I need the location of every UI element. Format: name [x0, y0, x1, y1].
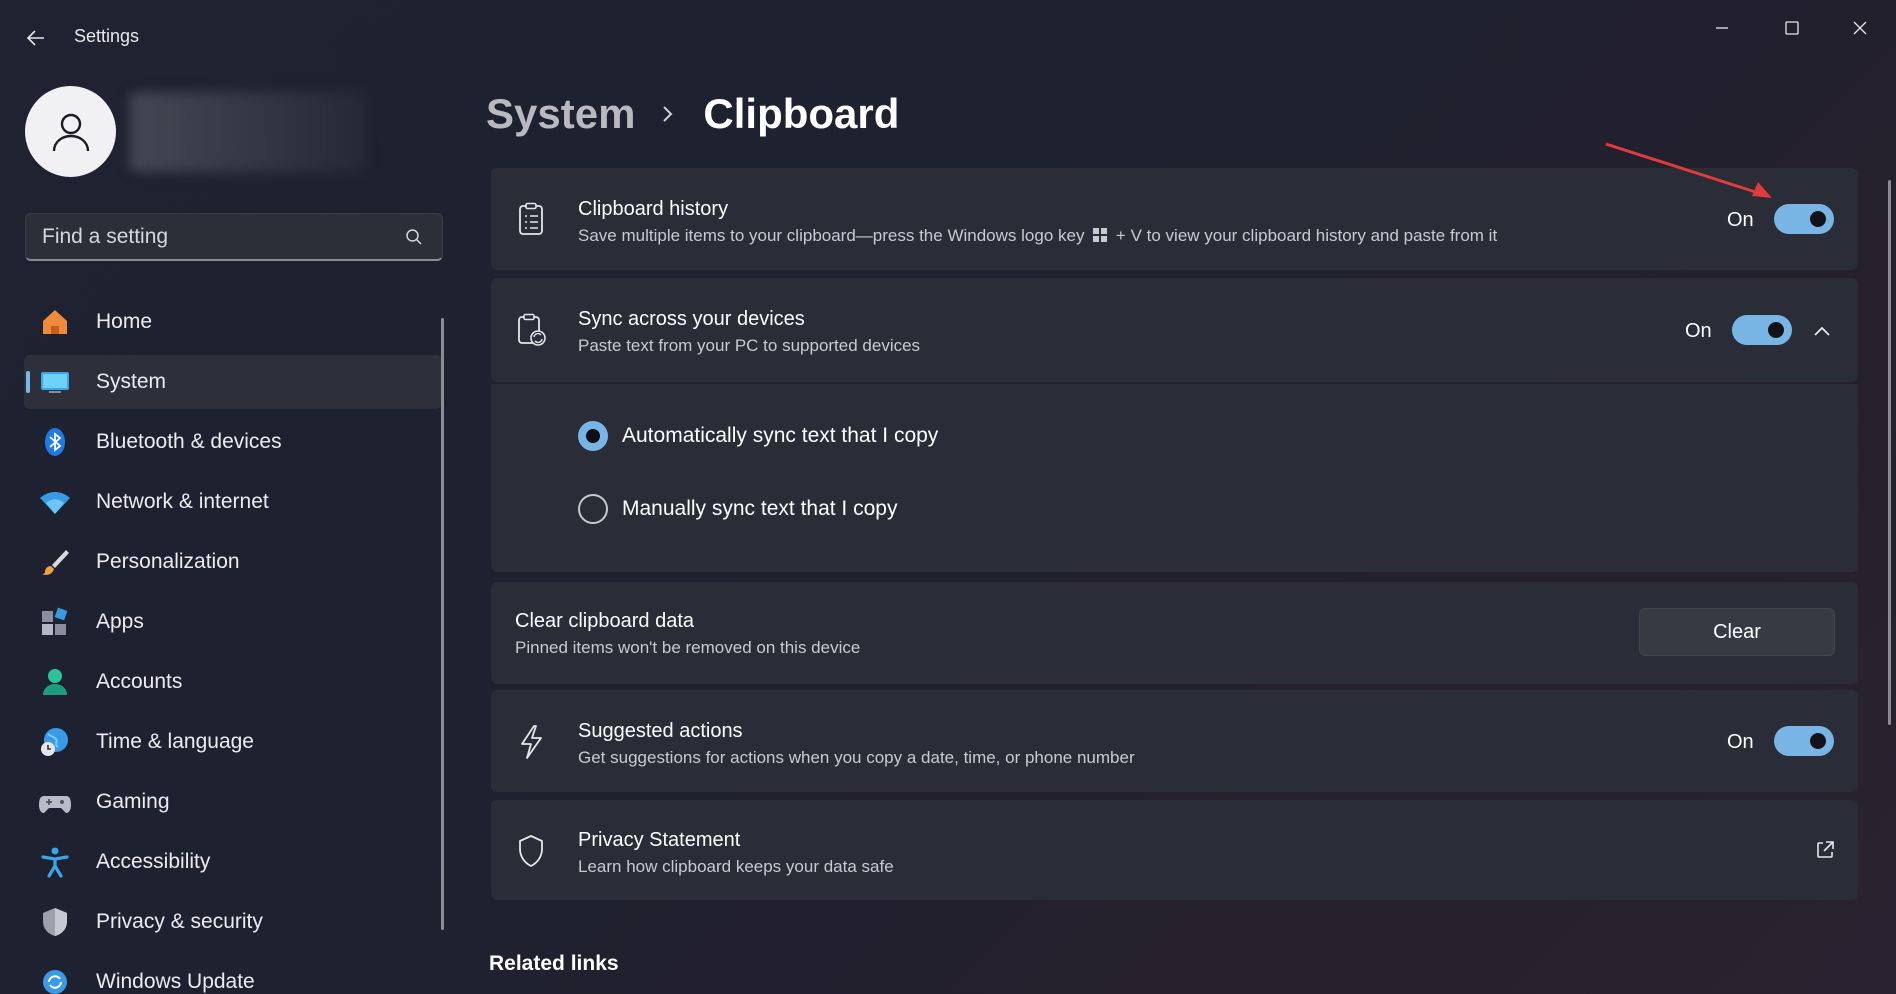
close-button[interactable]	[1832, 10, 1888, 46]
sidebar-item-system[interactable]: System	[24, 355, 442, 409]
home-icon	[38, 305, 72, 339]
clear-button[interactable]: Clear	[1639, 608, 1835, 656]
maximize-icon	[1785, 21, 1799, 35]
maximize-button[interactable]	[1764, 10, 1820, 46]
avatar[interactable]	[25, 86, 116, 177]
sidebar-item-network[interactable]: Network & internet	[24, 475, 442, 529]
sync-manual-radio[interactable]	[578, 494, 608, 524]
clear-clipboard-desc: Pinned items won't be removed on this de…	[515, 638, 861, 657]
privacy-statement-card[interactable]: Privacy Statement Learn how clipboard ke…	[491, 800, 1858, 900]
back-button[interactable]	[20, 22, 52, 54]
sidebar-item-home[interactable]: Home	[24, 295, 442, 349]
suggested-actions-state: On	[1727, 731, 1754, 753]
sidebar-item-gaming[interactable]: Gaming	[24, 775, 442, 829]
accessibility-icon	[38, 845, 72, 879]
back-arrow-icon	[26, 30, 44, 46]
privacy-statement-desc: Learn how clipboard keeps your data safe	[578, 857, 894, 876]
clipboard-history-state: On	[1727, 209, 1754, 231]
sync-devices-state: On	[1685, 320, 1712, 342]
toggle-knob	[1810, 733, 1826, 749]
globe-clock-icon	[38, 725, 72, 759]
related-links-heading: Related links	[489, 952, 619, 975]
person-icon	[52, 113, 89, 151]
clear-clipboard-title: Clear clipboard data	[515, 610, 694, 632]
sidebar-item-time-language[interactable]: Time & language	[24, 715, 442, 769]
app-title: Settings	[74, 26, 140, 46]
clipboard-list-icon	[511, 199, 551, 239]
main-scrollbar[interactable]	[1888, 180, 1891, 725]
breadcrumb: System Clipboard	[486, 86, 899, 142]
chevron-right-icon	[659, 102, 683, 126]
search-input[interactable]	[26, 224, 396, 249]
shield-icon	[38, 905, 72, 939]
toggle-knob	[1810, 211, 1826, 227]
monitor-icon	[38, 365, 72, 399]
sidebar-item-accounts[interactable]: Accounts	[24, 655, 442, 709]
update-icon	[38, 965, 72, 994]
chevron-up-icon[interactable]	[1807, 316, 1837, 346]
search-icon[interactable]	[396, 219, 432, 255]
sync-auto-option[interactable]: Automatically sync text that I copy	[578, 421, 938, 451]
sidebar-item-accessibility[interactable]: Accessibility	[24, 835, 442, 889]
privacy-statement-title: Privacy Statement	[578, 829, 741, 851]
gamepad-icon	[38, 785, 72, 819]
person-icon	[38, 665, 72, 699]
shield-outline-icon	[511, 831, 551, 871]
sidebar-item-privacy[interactable]: Privacy & security	[24, 895, 442, 949]
clipboard-history-toggle[interactable]	[1774, 204, 1834, 234]
sync-auto-radio[interactable]	[578, 421, 608, 451]
page-title: Clipboard	[703, 90, 900, 137]
annotation-arrow	[1605, 142, 1772, 198]
user-profile[interactable]	[25, 86, 366, 177]
sidebar-item-bluetooth[interactable]: Bluetooth & devices	[24, 415, 442, 469]
sidebar-item-apps[interactable]: Apps	[24, 595, 442, 649]
profile-name-blurred	[130, 91, 366, 172]
suggested-actions-title: Suggested actions	[578, 720, 743, 742]
clipboard-sync-icon	[511, 310, 551, 350]
sync-devices-card: Sync across your devices Paste text from…	[491, 278, 1858, 382]
sync-options-panel: Automatically sync text that I copy Manu…	[491, 384, 1858, 572]
breadcrumb-system[interactable]: System	[486, 90, 635, 138]
lightning-icon	[511, 722, 551, 762]
suggested-actions-toggle[interactable]	[1774, 726, 1834, 756]
bluetooth-icon	[38, 425, 72, 459]
minimize-button[interactable]	[1694, 10, 1750, 46]
suggested-actions-desc: Get suggestions for actions when you cop…	[578, 748, 1135, 767]
toggle-knob	[1768, 322, 1784, 338]
minimize-icon	[1716, 27, 1728, 29]
sync-manual-option[interactable]: Manually sync text that I copy	[578, 494, 897, 524]
sidebar-item-personalization[interactable]: Personalization	[24, 535, 442, 589]
clipboard-history-desc: Save multiple items to your clipboard—pr…	[578, 226, 1498, 245]
suggested-actions-card: Suggested actions Get suggestions for ac…	[491, 690, 1858, 792]
sidebar-item-windows-update[interactable]: Windows Update	[24, 955, 442, 994]
clipboard-history-title: Clipboard history	[578, 198, 729, 220]
apps-icon	[38, 605, 72, 639]
brush-icon	[38, 545, 72, 579]
close-icon	[1853, 21, 1867, 35]
sync-devices-toggle[interactable]	[1732, 315, 1792, 345]
sidebar-scrollbar[interactable]	[441, 318, 444, 930]
windows-logo-icon	[1093, 228, 1108, 242]
wifi-icon	[38, 485, 72, 519]
search-box[interactable]	[25, 213, 443, 261]
title-bar: Settings	[0, 0, 1896, 74]
open-external-icon[interactable]	[1811, 836, 1839, 864]
clear-clipboard-card: Clear clipboard data Pinned items won't …	[491, 582, 1858, 684]
sync-devices-title: Sync across your devices	[578, 308, 805, 330]
sidebar-nav: Home System Bluetooth & devices Network …	[24, 295, 442, 994]
sync-devices-desc: Paste text from your PC to supported dev…	[578, 336, 921, 355]
